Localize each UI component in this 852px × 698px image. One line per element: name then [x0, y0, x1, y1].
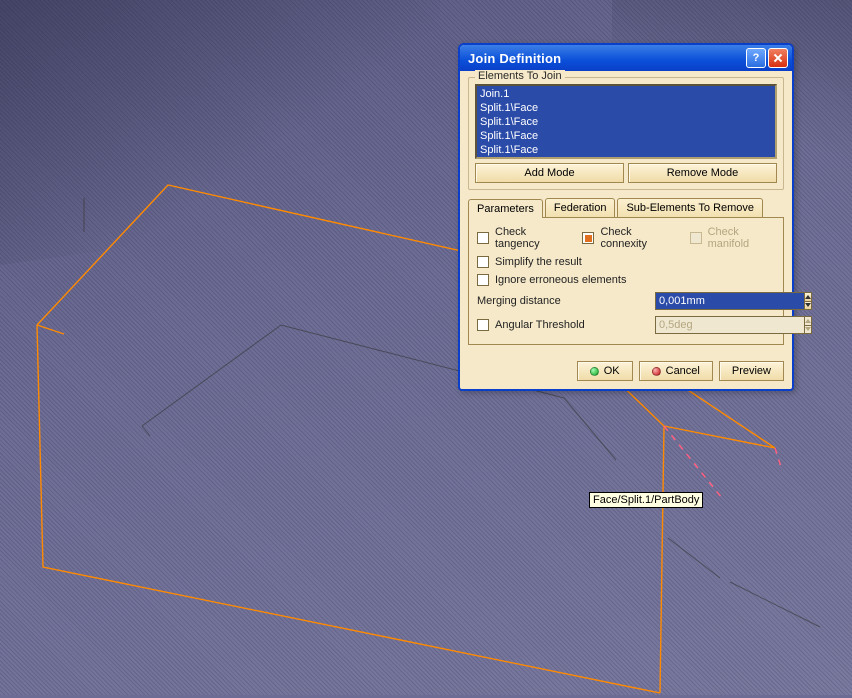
parameters-panel: Check tangency Check connexity Check man… — [468, 217, 784, 345]
elements-listbox[interactable]: Join.1 Split.1\Face Split.1\Face Split.1… — [475, 84, 777, 159]
cancel-dot-icon — [652, 367, 661, 376]
ok-button[interactable]: OK — [577, 361, 633, 381]
elements-to-join-group: Elements To Join Join.1 Split.1\Face Spl… — [468, 77, 784, 190]
spinner-down — [805, 326, 811, 334]
angular-threshold-input-group — [655, 316, 775, 334]
merging-distance-input[interactable] — [655, 292, 804, 310]
close-button[interactable] — [768, 48, 788, 68]
group-label: Elements To Join — [475, 70, 565, 82]
tabstrip: Parameters Federation Sub-Elements To Re… — [468, 198, 784, 217]
check-tangency-checkbox[interactable] — [477, 232, 489, 244]
dialog-title: Join Definition — [468, 51, 744, 66]
list-item[interactable]: Split.1\Face — [480, 115, 772, 129]
merging-distance-label: Merging distance — [477, 295, 655, 307]
ignore-erroneous-label: Ignore erroneous elements — [495, 274, 626, 286]
cancel-button[interactable]: Cancel — [639, 361, 713, 381]
spinner-up — [805, 317, 811, 326]
add-mode-button[interactable]: Add Mode — [475, 163, 624, 183]
shadow — [0, 0, 440, 277]
check-manifold-label: Check manifold — [708, 226, 775, 250]
viewport-tooltip: Face/Split.1/PartBody — [589, 492, 703, 508]
list-item[interactable]: Join.1 — [480, 87, 772, 101]
merging-distance-spinner[interactable] — [804, 292, 812, 310]
check-connexity-label: Check connexity — [600, 226, 672, 250]
dialog-titlebar[interactable]: Join Definition ? — [460, 45, 792, 71]
dialog-footer: OK Cancel Preview — [460, 353, 792, 389]
angular-threshold-spinner — [804, 316, 812, 334]
ignore-erroneous-checkbox[interactable] — [477, 274, 489, 286]
tab-parameters[interactable]: Parameters — [468, 199, 543, 218]
preview-button[interactable]: Preview — [719, 361, 784, 381]
simplify-label: Simplify the result — [495, 256, 582, 268]
remove-mode-button[interactable]: Remove Mode — [628, 163, 777, 183]
join-definition-dialog: Join Definition ? Elements To Join Join.… — [458, 43, 794, 391]
angular-threshold-checkbox[interactable] — [477, 319, 489, 331]
ok-dot-icon — [590, 367, 599, 376]
check-manifold-checkbox — [690, 232, 702, 244]
list-item[interactable]: Split.1\Face — [480, 129, 772, 143]
spinner-up[interactable] — [805, 293, 811, 302]
angular-threshold-input — [655, 316, 804, 334]
list-item[interactable]: Split.1\Face — [480, 101, 772, 115]
list-item[interactable]: Split.1\Face — [480, 143, 772, 157]
tab-subelements[interactable]: Sub-Elements To Remove — [617, 198, 763, 217]
tab-federation[interactable]: Federation — [545, 198, 616, 217]
spinner-down[interactable] — [805, 302, 811, 310]
merging-distance-input-group — [655, 292, 775, 310]
help-button[interactable]: ? — [746, 48, 766, 68]
simplify-checkbox[interactable] — [477, 256, 489, 268]
check-connexity-checkbox[interactable] — [582, 232, 594, 244]
check-tangency-label: Check tangency — [495, 226, 565, 250]
angular-threshold-label: Angular Threshold — [495, 319, 655, 331]
